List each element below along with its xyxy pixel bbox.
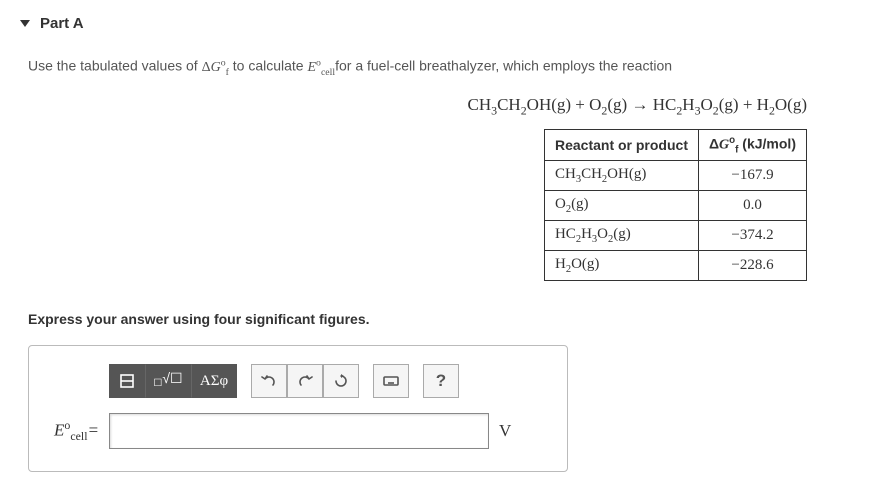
species-cell: H2O(g) bbox=[544, 251, 698, 281]
greek-label: ΑΣφ bbox=[200, 373, 228, 390]
sig-fig-instruction: Express your answer using four significa… bbox=[28, 311, 822, 327]
answer-input[interactable] bbox=[109, 413, 489, 449]
answer-row: Eocell= V bbox=[49, 413, 547, 449]
e-cell-symbol: Eocell bbox=[307, 60, 335, 75]
fraction-sqrt-icon: ☐√☐ bbox=[153, 373, 182, 390]
fraction-sqrt-button[interactable]: ☐√☐ bbox=[145, 364, 191, 398]
undo-button[interactable] bbox=[251, 364, 287, 398]
value-cell: −228.6 bbox=[698, 251, 806, 281]
table-row: HC2H3O2(g) −374.2 bbox=[544, 221, 806, 251]
equation-toolbar: ☐√☐ ΑΣφ ? bbox=[109, 364, 547, 398]
answer-unit: V bbox=[499, 421, 511, 441]
collapse-icon bbox=[20, 20, 30, 27]
help-icon: ? bbox=[436, 371, 446, 391]
reset-button[interactable] bbox=[323, 364, 359, 398]
species-cell: CH3CH2OH(g) bbox=[544, 161, 698, 191]
species-cell: HC2H3O2(g) bbox=[544, 221, 698, 251]
answer-panel: ☐√☐ ΑΣφ ? Eocell= V bbox=[28, 345, 568, 472]
keyboard-button[interactable] bbox=[373, 364, 409, 398]
question-prompt: Use the tabulated values of ΔGof to calc… bbox=[28, 57, 822, 77]
part-label: Part A bbox=[40, 15, 84, 32]
value-cell: −167.9 bbox=[698, 161, 806, 191]
undo-icon bbox=[261, 373, 277, 389]
table-row: O2(g) 0.0 bbox=[544, 191, 806, 221]
thermodynamic-table: Reactant or product ΔGof (kJ/mol) CH3CH2… bbox=[544, 129, 807, 281]
keyboard-icon bbox=[383, 373, 399, 389]
help-button[interactable]: ? bbox=[423, 364, 459, 398]
prompt-pre: Use the tabulated values of bbox=[28, 58, 202, 74]
delta-g-symbol: ΔGof bbox=[202, 60, 229, 75]
table-header-deltaG: ΔGof (kJ/mol) bbox=[698, 129, 806, 160]
species-cell: O2(g) bbox=[544, 191, 698, 221]
greek-symbols-button[interactable]: ΑΣφ bbox=[191, 364, 237, 398]
template-icon bbox=[119, 373, 135, 389]
prompt-post: for a fuel-cell breathalyzer, which empl… bbox=[335, 58, 672, 74]
redo-button[interactable] bbox=[287, 364, 323, 398]
value-cell: −374.2 bbox=[698, 221, 806, 251]
table-header-species: Reactant or product bbox=[544, 129, 698, 160]
reset-icon bbox=[333, 373, 349, 389]
equation-text: CH3CH2OH(g) + O2(g) → HC2H3O2(g) + H2O(g… bbox=[468, 95, 807, 114]
prompt-mid: to calculate bbox=[229, 58, 308, 74]
value-cell: 0.0 bbox=[698, 191, 806, 221]
answer-variable-label: Eocell= bbox=[49, 418, 99, 444]
table-row: H2O(g) −228.6 bbox=[544, 251, 806, 281]
part-header[interactable]: Part A bbox=[20, 15, 822, 32]
reaction-equation: CH3CH2OH(g) + O2(g) → HC2H3O2(g) + H2O(g… bbox=[20, 95, 807, 118]
table-row: CH3CH2OH(g) −167.9 bbox=[544, 161, 806, 191]
redo-icon bbox=[297, 373, 313, 389]
template-button[interactable] bbox=[109, 364, 145, 398]
